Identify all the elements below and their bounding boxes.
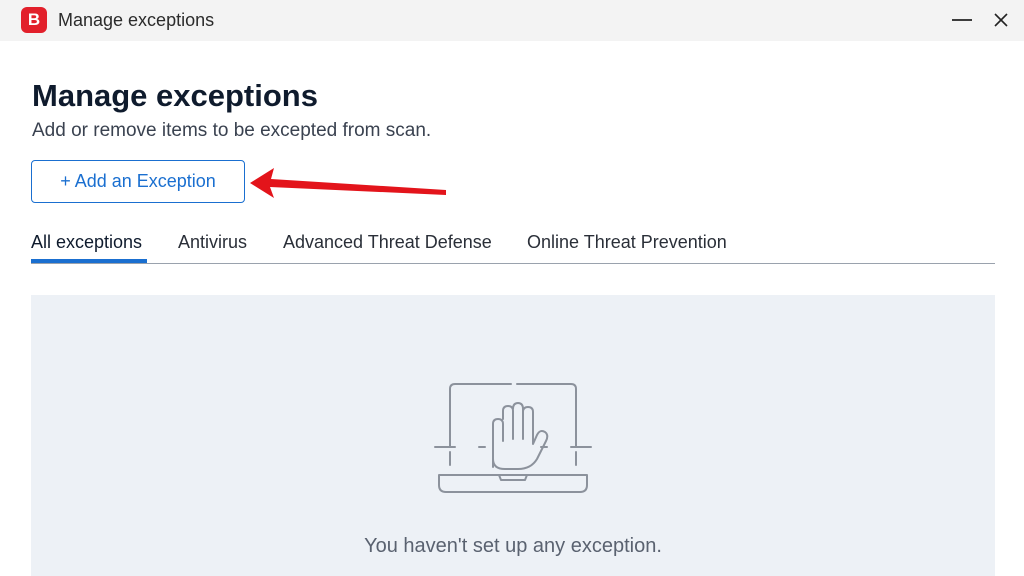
tab-antivirus[interactable]: Antivirus [178,232,247,253]
tab-all-exceptions[interactable]: All exceptions [31,232,142,253]
window-title: Manage exceptions [58,10,215,30]
exceptions-list-panel: You haven't set up any exception. [31,295,995,576]
app-logo-icon: B [21,7,47,33]
exception-tabs: All exceptions Antivirus Advanced Threat… [31,228,995,264]
page-title: Manage exceptions [32,78,318,113]
active-tab-indicator [31,259,147,263]
minimize-icon [952,19,972,21]
add-exception-button[interactable]: + Add an Exception [31,160,245,203]
title-bar: B Manage exceptions [0,0,1024,41]
empty-state-message: You haven't set up any exception. [364,535,662,557]
page-subtitle: Add or remove items to be excepted from … [32,120,432,141]
tab-advanced-threat-defense[interactable]: Advanced Threat Defense [283,232,492,253]
red-arrow-annotation [250,168,446,198]
tab-online-threat-prevention[interactable]: Online Threat Prevention [527,232,727,253]
close-icon [994,13,1008,27]
minimize-button[interactable] [945,4,979,36]
close-button[interactable] [984,4,1018,36]
laptop-hand-stop-icon [434,383,592,493]
